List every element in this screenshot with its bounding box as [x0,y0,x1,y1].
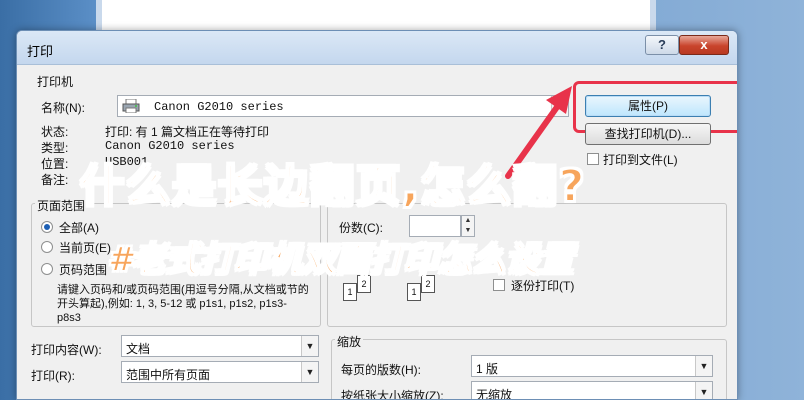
printer-icon [122,99,140,113]
find-printer-button[interactable]: 查找打印机(D)... [585,123,711,145]
pages-per-sheet-value: 1 版 [476,362,499,376]
chevron-down-icon[interactable]: ▼ [301,362,318,382]
status-value: 打印: 有 1 篇文档正在等待打印 [105,125,270,139]
print-what-value: 文档 [126,342,151,356]
all-pages-label: 全部(A) [59,221,99,235]
printer-group-label: 打印机 [37,75,74,89]
printer-name-label: 名称(N): [41,101,85,115]
print-dialog: 打印 ? x 打印机 名称(N): Canon G2010 series ▼ 属… [16,30,738,400]
page-icon: 1 [407,283,421,301]
location-label: 位置: [41,157,69,171]
type-label: 类型: [41,141,69,155]
status-label: 状态: [41,125,69,139]
page-numbers-label: 页码范围 [59,263,108,277]
chevron-down-icon[interactable]: ▼ [301,336,318,356]
background-window [96,0,656,34]
scale-select[interactable]: 无缩放 ▼ [471,381,713,400]
current-page-radio[interactable] [41,241,53,253]
print-range-label: 打印(R): [31,369,75,383]
page-icon: 1 [343,283,357,301]
title-bar: 打印 ? x [17,31,737,65]
pages-per-sheet-label: 每页的版数(H): [341,363,421,377]
print-what-label: 打印内容(W): [31,343,102,357]
scale-value: 无缩放 [476,388,513,400]
current-page-label: 当前页(E) [59,241,111,255]
scale-label: 按纸张大小缩放(Z): [341,389,444,400]
comment-label: 备注: [41,173,69,187]
all-pages-radio[interactable] [41,221,53,233]
print-range-value: 范围中所有页面 [126,368,211,382]
print-what-select[interactable]: 文档 ▼ [121,335,319,357]
print-range-select[interactable]: 范围中所有页面 ▼ [121,361,319,383]
overlay-headline: 什么是长边翻页,怎么翻? [79,160,587,213]
close-button[interactable]: x [679,35,729,55]
zoom-group-label: 缩放 [335,333,364,350]
page-range-hint: 请键入页码和/或页码范围(用逗号分隔,从文档或节的开头算起),例如: 1, 3,… [57,284,309,324]
printer-name-value: Canon G2010 series [154,100,284,114]
page-numbers-radio[interactable] [41,263,53,275]
help-button[interactable]: ? [645,35,679,55]
overlay-subheadline: #老式打印机双面打印怎么设置 [107,239,574,281]
chevron-down-icon[interactable]: ▼ [695,356,712,376]
pages-per-sheet-select[interactable]: 1 版 ▼ [471,355,713,377]
dialog-title: 打印 [27,44,54,59]
chevron-down-icon[interactable]: ▼ [695,382,712,399]
